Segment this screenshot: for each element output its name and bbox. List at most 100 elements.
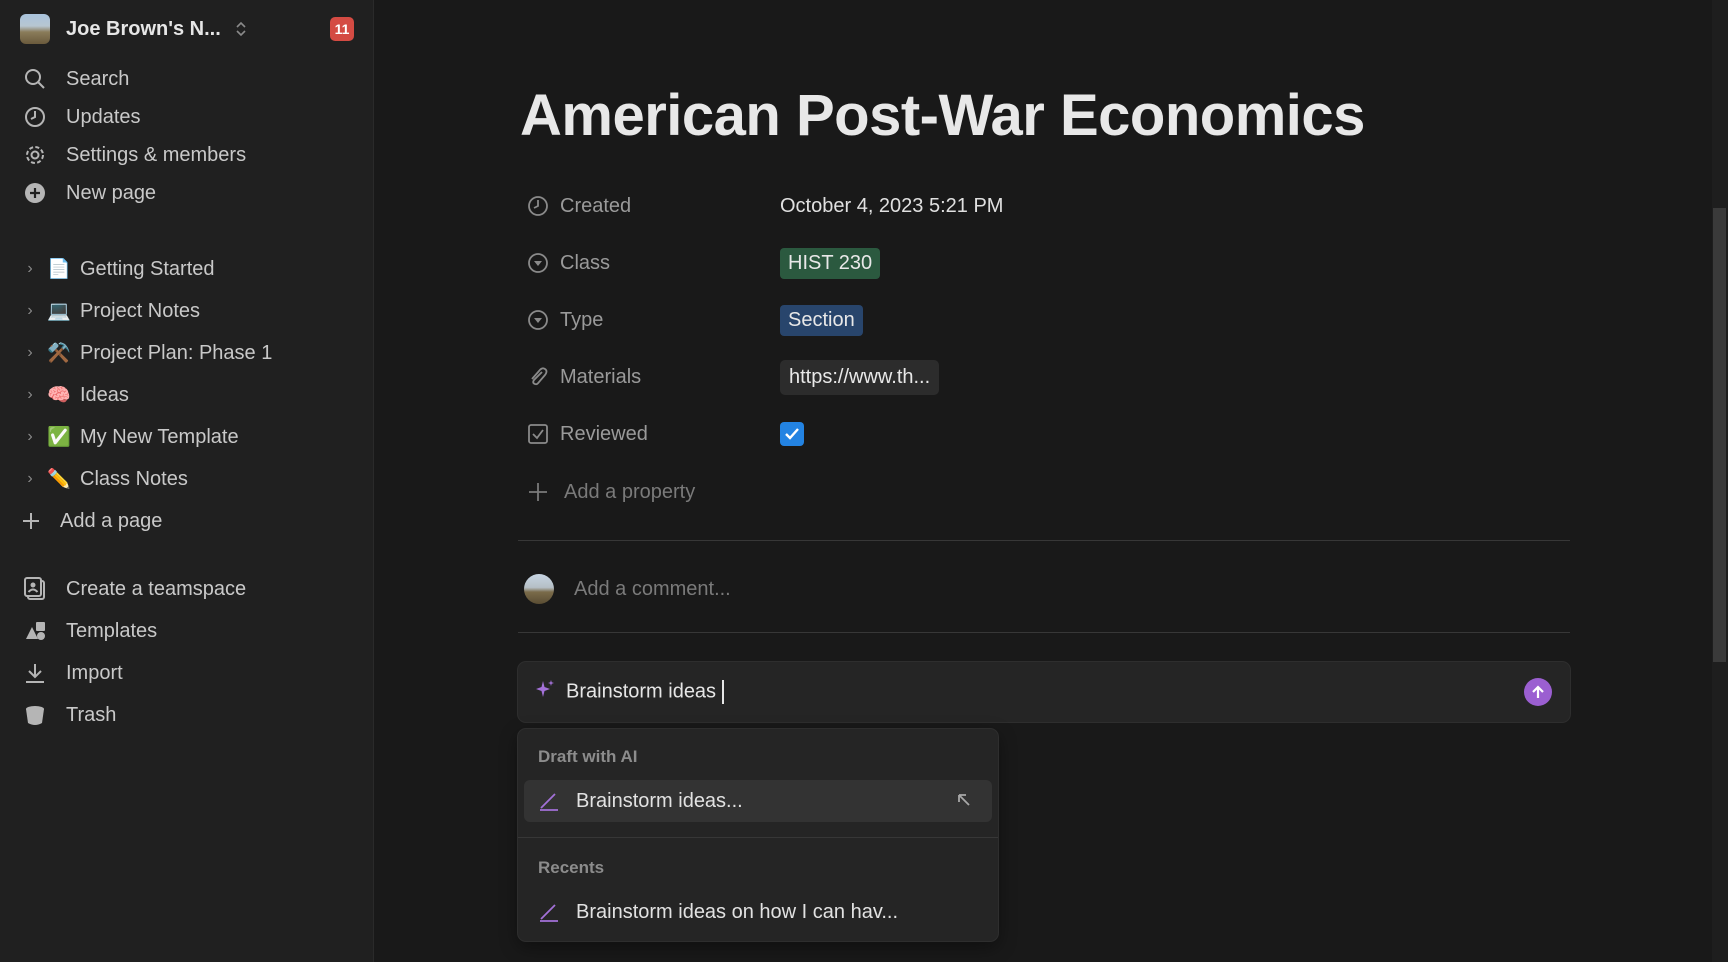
workspace-name: Joe Brown's N... [66,17,221,40]
send-button[interactable] [1524,678,1552,706]
sidebar-page-label: Project Notes [80,299,201,322]
sidebar-item-import[interactable]: Import [20,656,354,690]
page-icon: 📄 [47,259,71,280]
suggestion-label: Brainstorm ideas... [576,789,743,812]
property-value: October 4, 2023 5:21 PM [780,194,1004,217]
sidebar-page-class-notes[interactable]: › ✏️ Class Notes [20,462,354,496]
sidebar-item-updates[interactable]: Updates [20,100,354,134]
select-icon [526,308,550,332]
sidebar-item-trash[interactable]: Trash [20,698,354,732]
sidebar-item-label: New page [66,181,157,204]
sidebar-page-label: Class Notes [80,467,188,490]
property-class[interactable]: Class HIST 230 [526,243,1566,283]
teamspace-icon [24,577,58,601]
class-tag[interactable]: HIST 230 [780,247,881,279]
templates-icon [24,619,58,643]
trash-icon [24,704,58,726]
comment-row[interactable]: Add a comment... [524,572,731,606]
sidebar-item-label: Templates [66,619,158,642]
sidebar-item-label: Settings & members [66,143,247,166]
sidebar-item-settings[interactable]: Settings & members [20,138,354,172]
add-page-label: Add a page [60,509,163,532]
check-mark-icon: ✅ [47,427,71,448]
reviewed-checkbox[interactable] [780,422,804,446]
chevron-right-icon[interactable]: › [20,302,40,320]
add-property-button[interactable]: Add a property [526,472,1566,512]
download-icon [24,662,58,684]
ai-prompt-box[interactable]: Brainstorm ideas [518,662,1570,722]
sidebar-item-templates[interactable]: Templates [20,614,354,648]
draft-suggestion-item[interactable]: Brainstorm ideas... [524,780,992,822]
sidebar-item-new-page[interactable]: New page [20,176,354,210]
plus-circle-icon [24,182,58,204]
sidebar-item-create-teamspace[interactable]: Create a teamspace [20,572,354,606]
chevron-up-down-icon [235,21,247,37]
workspace-switcher[interactable]: Joe Brown's N... 11 [20,14,354,44]
scrollbar-thumb[interactable] [1713,208,1726,662]
sidebar-item-label: Trash [66,703,117,726]
type-tag[interactable]: Section [780,304,863,336]
avatar [524,574,554,604]
divider [518,837,998,838]
gear-icon [24,144,58,166]
divider [518,632,1570,633]
sidebar-page-project-plan[interactable]: › ⚒️ Project Plan: Phase 1 [20,336,354,370]
materials-link[interactable]: https://www.th... [780,359,940,395]
dropdown-heading: Draft with AI [538,747,638,766]
sidebar-item-label: Create a teamspace [66,577,247,600]
chevron-right-icon[interactable]: › [20,386,40,404]
property-name: Materials [560,365,642,388]
sidebar-page-label: Getting Started [80,257,215,280]
ai-prompt-text: Brainstorm ideas [566,680,717,703]
clock-icon [526,194,550,218]
check-icon [785,428,799,440]
page-title[interactable]: American Post-War Economics [520,82,1365,149]
arrow-up-left-icon [954,790,974,816]
suggestion-label: Brainstorm ideas on how I can hav... [576,900,899,923]
paperclip-icon [526,365,550,389]
divider [518,540,1570,541]
property-name: Reviewed [560,422,648,445]
chevron-right-icon[interactable]: › [20,428,40,446]
recent-suggestion-item[interactable]: Brainstorm ideas on how I can hav... [524,891,992,933]
ai-prompt-input[interactable]: Brainstorm ideas [566,680,725,704]
sidebar-page-getting-started[interactable]: › 📄 Getting Started [20,252,354,286]
add-page-button[interactable]: Add a page [20,504,354,538]
sidebar-item-label: Updates [66,105,141,128]
chevron-right-icon[interactable]: › [20,344,40,362]
app-window: Joe Brown's N... 11 Search Updates Setti… [0,0,1728,962]
sidebar-item-label: Import [66,661,123,684]
chevron-right-icon[interactable]: › [20,470,40,488]
clock-icon [24,106,58,128]
text-caret [722,680,725,704]
laptop-icon: 💻 [47,301,71,322]
sidebar-item-search[interactable]: Search [20,62,354,96]
property-created[interactable]: Created October 4, 2023 5:21 PM [526,186,1566,226]
property-name: Type [560,308,604,331]
property-type[interactable]: Type Section [526,300,1566,340]
sidebar-page-label: Ideas [80,383,129,406]
notification-badge[interactable]: 11 [330,17,354,41]
add-property-label: Add a property [564,480,696,503]
arrow-up-icon [1532,685,1544,698]
select-icon [526,251,550,275]
pencil-icon: ✏️ [47,469,71,490]
plus-icon [526,480,550,504]
sidebar-page-project-notes[interactable]: › 💻 Project Notes [20,294,354,328]
checkbox-property-icon [526,422,550,446]
sidebar-page-ideas[interactable]: › 🧠 Ideas [20,378,354,412]
sidebar: Joe Brown's N... 11 Search Updates Setti… [0,0,374,962]
chevron-right-icon[interactable]: › [20,260,40,278]
sparkle-icon [534,678,556,706]
ai-suggestions-dropdown: Draft with AI Brainstorm ideas... Recent… [518,729,998,941]
property-reviewed[interactable]: Reviewed [526,414,1566,454]
brain-icon: 🧠 [47,385,71,406]
property-materials[interactable]: Materials https://www.th... [526,357,1566,397]
workspace-avatar [20,14,50,44]
comment-input[interactable]: Add a comment... [574,578,731,601]
dropdown-heading: Recents [538,858,605,877]
sidebar-item-label: Search [66,67,130,90]
property-name: Class [560,251,611,274]
sidebar-page-my-new-template[interactable]: › ✅ My New Template [20,420,354,454]
property-name: Created [560,194,632,217]
